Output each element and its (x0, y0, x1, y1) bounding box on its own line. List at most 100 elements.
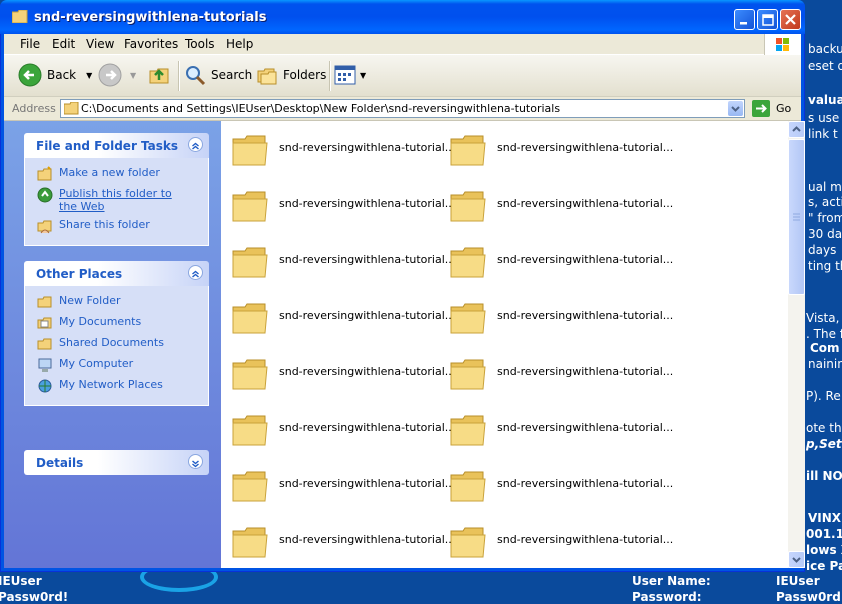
toolbar-separator (329, 61, 331, 91)
title-bar[interactable]: snd-reversingwithlena-tutorials (0, 0, 805, 34)
menu-help[interactable]: Help (226, 37, 253, 51)
menu-tools[interactable]: Tools (185, 37, 215, 51)
folder-icon (37, 338, 52, 350)
scroll-down-button[interactable] (788, 551, 805, 568)
place-my-documents[interactable]: My Documents (37, 315, 208, 331)
panel-header[interactable]: File and Folder Tasks (24, 133, 209, 158)
folder-icon (450, 135, 486, 166)
share-folder-icon (37, 220, 52, 234)
search-label: Search (211, 68, 253, 82)
folder-item[interactable]: snd-reversingwithlena-tutorial... (439, 295, 673, 339)
task-make-new-folder[interactable]: Make a new folder (37, 166, 208, 182)
folder-item[interactable]: snd-reversingwithlena-tutorial... (221, 127, 455, 171)
folder-icon (232, 359, 268, 390)
folder-name: snd-reversingwithlena-tutorial... (279, 309, 456, 322)
folder-item[interactable]: snd-reversingwithlena-tutorial... (439, 183, 673, 227)
go-button[interactable]: Go (752, 100, 791, 117)
collapse-icon[interactable] (188, 137, 203, 152)
task-share-folder[interactable]: Share this folder (37, 218, 208, 234)
details-panel: Details (24, 450, 209, 475)
menu-view[interactable]: View (86, 37, 114, 51)
views-dropdown-icon[interactable]: ▼ (360, 71, 366, 80)
search-icon (186, 66, 206, 86)
views-button[interactable]: ▼ (334, 63, 366, 87)
panel-title: File and Folder Tasks (36, 139, 179, 153)
back-button[interactable]: Back ▼ (18, 63, 92, 87)
folder-item[interactable]: snd-reversingwithlena-tutorial... (439, 519, 673, 563)
chevron-down-icon (792, 557, 801, 563)
folder-name: snd-reversingwithlena-tutorial... (279, 477, 456, 490)
file-folder-tasks-panel: File and Folder Tasks Make a new folder … (24, 133, 209, 246)
folder-item[interactable]: snd-reversingwithlena-tutorial... (221, 351, 455, 395)
desktop-text: ting th (808, 259, 842, 273)
folder-icon (232, 191, 268, 222)
folders-icon (257, 68, 277, 85)
folder-item[interactable]: snd-reversingwithlena-tutorial... (221, 407, 455, 451)
place-label: My Network Places (59, 378, 163, 391)
forward-button[interactable]: ▼ (98, 63, 136, 87)
folder-name: snd-reversingwithlena-tutorial... (279, 533, 456, 546)
menu-file[interactable]: File (20, 37, 40, 51)
close-icon (785, 14, 796, 25)
desktop-text: days (808, 243, 837, 257)
place-my-network-places[interactable]: My Network Places (37, 378, 208, 394)
folder-name: snd-reversingwithlena-tutorial... (497, 365, 674, 378)
new-folder-icon (37, 166, 52, 181)
close-button[interactable] (780, 9, 801, 30)
folder-item[interactable]: snd-reversingwithlena-tutorial... (439, 407, 673, 451)
standard-toolbar: Back ▼ ▼ Search Folders ▼ (4, 55, 801, 97)
desktop-text: User Name: (632, 574, 711, 588)
folder-item[interactable]: snd-reversingwithlena-tutorial... (439, 239, 673, 283)
panel-body: Make a new folder Publish this folder to… (24, 158, 209, 246)
place-my-computer[interactable]: My Computer (37, 357, 208, 373)
folder-item[interactable]: snd-reversingwithlena-tutorial... (439, 127, 673, 171)
up-folder-button[interactable] (147, 63, 171, 87)
folder-icon (12, 10, 28, 23)
expand-icon[interactable] (188, 454, 203, 469)
maximize-button[interactable] (757, 9, 778, 30)
folder-icon (450, 471, 486, 502)
folder-item[interactable]: snd-reversingwithlena-tutorial... (221, 183, 455, 227)
folder-item[interactable]: snd-reversingwithlena-tutorial... (439, 351, 673, 395)
scroll-thumb[interactable] (788, 139, 805, 295)
minimize-button[interactable] (734, 9, 755, 30)
vertical-scrollbar[interactable] (788, 121, 805, 568)
network-places-icon (38, 379, 52, 393)
back-dropdown-icon[interactable]: ▼ (86, 71, 92, 80)
collapse-icon[interactable] (188, 265, 203, 280)
panel-header[interactable]: Other Places (24, 261, 209, 286)
views-icon (334, 65, 356, 85)
menu-edit[interactable]: Edit (52, 37, 75, 51)
desktop-text: Passw0rd! (0, 590, 69, 604)
panel-header[interactable]: Details (24, 450, 209, 475)
folder-item[interactable]: snd-reversingwithlena-tutorial... (221, 463, 455, 507)
desktop-text: ual ma (808, 180, 842, 194)
other-places-panel: Other Places New Folder My Documents Sha… (24, 261, 209, 406)
menu-favorites[interactable]: Favorites (124, 37, 178, 51)
folder-item[interactable]: snd-reversingwithlena-tutorial... (221, 519, 455, 563)
folder-item[interactable]: snd-reversingwithlena-tutorial... (221, 295, 455, 339)
folder-name: snd-reversingwithlena-tutorial... (497, 141, 674, 154)
grip-icon (793, 213, 800, 221)
task-publish-folder[interactable]: Publish this folder to the Web (37, 187, 208, 213)
search-button[interactable]: Search (184, 63, 252, 87)
folder-name: snd-reversingwithlena-tutorial... (279, 365, 456, 378)
desktop-text: backup (808, 42, 842, 56)
desktop-text: p,Setu (806, 437, 842, 451)
scroll-up-button[interactable] (788, 121, 805, 138)
desktop-text: 30 day (808, 227, 842, 241)
folder-item[interactable]: snd-reversingwithlena-tutorial... (439, 463, 673, 507)
folder-item[interactable]: snd-reversingwithlena-tutorial... (221, 239, 455, 283)
desktop-text: ice Pa (806, 559, 842, 573)
address-dropdown-button[interactable] (728, 101, 743, 116)
address-input[interactable]: C:\Documents and Settings\IEUser\Desktop… (60, 99, 745, 118)
folders-button[interactable]: Folders (256, 63, 326, 87)
folder-name: snd-reversingwithlena-tutorial... (279, 421, 456, 434)
place-shared-documents[interactable]: Shared Documents (37, 336, 208, 352)
folder-icon (232, 471, 268, 502)
panel-title: Details (36, 456, 84, 470)
place-label: My Computer (59, 357, 134, 370)
place-new-folder[interactable]: New Folder (37, 294, 208, 310)
forward-dropdown-icon[interactable]: ▼ (130, 71, 136, 80)
address-bar: Address C:\Documents and Settings\IEUser… (4, 97, 801, 121)
